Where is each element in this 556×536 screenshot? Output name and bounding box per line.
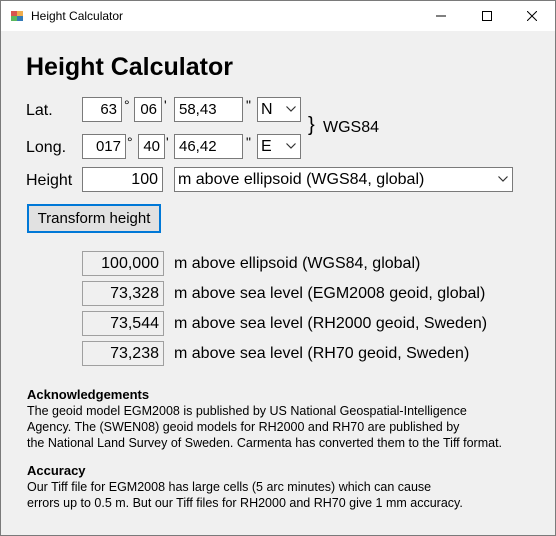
lat-hemisphere-value: N	[261, 101, 273, 118]
height-reference-value: m above ellipsoid (WGS84, global)	[178, 171, 425, 188]
result-value: 73,238	[82, 341, 164, 366]
app-window: Height Calculator Height Calculator Lat.…	[0, 0, 556, 536]
close-button[interactable]	[509, 1, 555, 31]
lat-label: Lat.	[26, 102, 53, 119]
result-label: m above ellipsoid (WGS84, global)	[174, 255, 421, 272]
chevron-down-icon	[498, 176, 508, 182]
minimize-button[interactable]	[418, 1, 464, 31]
long-minutes-input[interactable]: 40	[138, 134, 165, 159]
accuracy-heading: Accuracy	[27, 463, 86, 478]
datum-label: WGS84	[323, 119, 380, 136]
accuracy-line: Our Tiff file for EGM2008 has large cell…	[27, 480, 432, 494]
result-label: m above sea level (RH2000 geoid, Sweden)	[174, 315, 488, 332]
transform-height-button[interactable]: Transform height	[27, 204, 161, 233]
long-minute-symbol: '	[166, 134, 169, 150]
result-label: m above sea level (EGM2008 geoid, global…	[174, 285, 486, 302]
acknowledgements-line: The geoid model EGM2008 is published by …	[27, 404, 467, 418]
lat-hemisphere-select[interactable]: N	[257, 97, 301, 122]
acknowledgements-heading: Acknowledgements	[27, 387, 150, 402]
long-seconds-input[interactable]: 46,42	[174, 134, 243, 159]
lat-minute-symbol: '	[164, 97, 167, 113]
lat-degrees-input[interactable]: 63	[82, 97, 122, 122]
page-title: Height Calculator	[26, 53, 233, 81]
maximize-button[interactable]	[464, 1, 510, 31]
lat-second-symbol: "	[246, 97, 251, 113]
lat-degree-symbol: °	[124, 97, 130, 113]
accuracy-line: errors up to 0.5 m. But our Tiff files f…	[27, 496, 463, 510]
minimize-icon	[436, 15, 446, 17]
long-hemisphere-value: E	[261, 138, 272, 155]
long-degree-symbol: °	[127, 134, 133, 150]
app-icon	[11, 11, 23, 21]
result-label: m above sea level (RH70 geoid, Sweden)	[174, 345, 470, 362]
lat-seconds-input[interactable]: 58,43	[174, 97, 243, 122]
datum-brace: }	[308, 114, 315, 136]
long-hemisphere-select[interactable]: E	[257, 134, 301, 159]
title-bar[interactable]: Height Calculator	[1, 1, 555, 31]
close-icon	[527, 11, 537, 21]
acknowledgements-line: Agency. The (SWEN08) geoid models for RH…	[27, 420, 460, 434]
long-degrees-input[interactable]: 017	[82, 134, 126, 159]
window-title: Height Calculator	[31, 9, 124, 23]
height-label: Height	[26, 172, 73, 189]
long-label: Long.	[26, 139, 67, 156]
height-input[interactable]: 100	[82, 167, 163, 192]
height-reference-select[interactable]: m above ellipsoid (WGS84, global)	[174, 167, 513, 192]
result-value: 73,328	[82, 281, 164, 306]
chevron-down-icon	[286, 143, 296, 149]
maximize-icon	[482, 11, 492, 21]
result-value: 100,000	[82, 251, 164, 276]
lat-minutes-input[interactable]: 06	[134, 97, 162, 122]
result-value: 73,544	[82, 311, 164, 336]
acknowledgements-line: the National Land Survey of Sweden. Carm…	[27, 436, 503, 450]
chevron-down-icon	[286, 106, 296, 112]
long-second-symbol: "	[246, 134, 251, 150]
